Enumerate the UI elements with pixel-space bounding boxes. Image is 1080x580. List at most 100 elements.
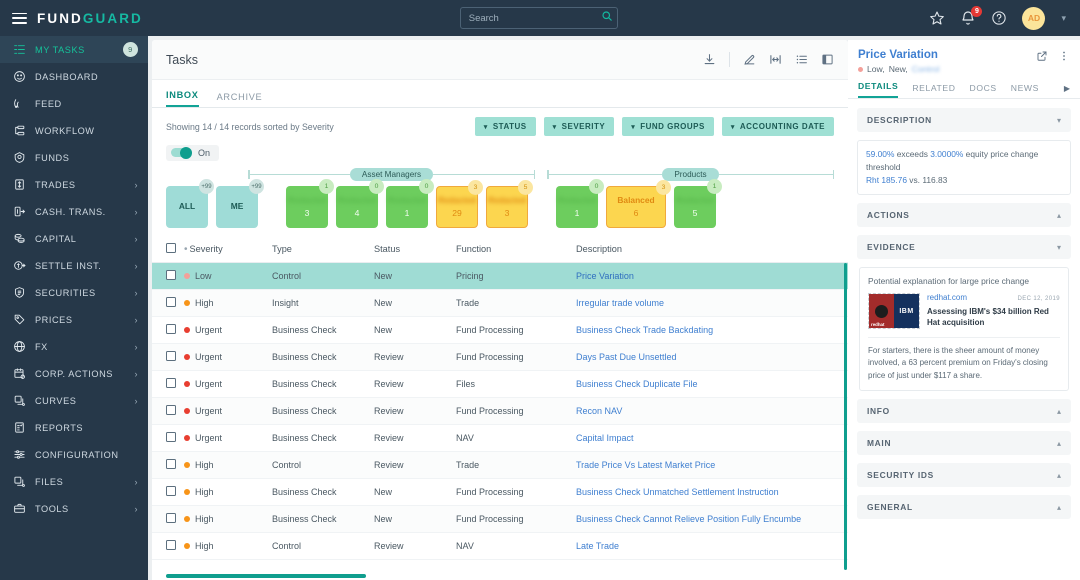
chevron-right-icon[interactable]: › [134,369,138,379]
search-box[interactable] [459,7,618,29]
description-link[interactable]: Business Check Trade Backdating [576,325,713,335]
row-checkbox[interactable] [166,351,176,361]
edit-task-icon[interactable] [743,53,756,66]
chevron-right-icon[interactable]: › [134,207,138,217]
notifications-bell-icon[interactable]: 9 [960,5,983,27]
filter-fund-groups[interactable]: ▾ FUND GROUPS [622,117,714,136]
table-row[interactable]: High Insight New Trade Irregular trade volum… [152,289,848,317]
sidebar-item-workflow[interactable]: WORKFLOW [0,117,148,144]
favorites-star-icon[interactable] [929,10,946,27]
product-chip-0[interactable]: 0 Redacted 1 [556,179,604,228]
details-tab-docs[interactable]: DOCS [970,83,997,98]
chevron-down-icon[interactable]: ▾ [1057,116,1061,125]
details-tabs-next-icon[interactable]: ▶ [1064,84,1070,98]
section-info-header[interactable]: INFO ▴ [857,399,1071,424]
description-link[interactable]: Trade Price Vs Latest Market Price [576,460,715,470]
search-icon[interactable] [601,9,613,27]
section-evidence-header[interactable]: EVIDENCE ▾ [857,235,1071,260]
card-view-icon[interactable] [821,53,834,66]
download-icon[interactable] [703,53,716,66]
product-chip-1[interactable]: 3 Balanced 6 [606,180,671,228]
avatar[interactable]: AD [1022,6,1046,30]
chevron-right-icon[interactable]: › [134,288,138,298]
sidebar-item-corp-actions[interactable]: CORP. ACTIONS › [0,360,148,387]
scope-chip-all[interactable]: +99 ALL [166,179,214,228]
row-checkbox[interactable] [166,270,176,280]
table-row[interactable]: High Business Check New Fund Processing Busi… [152,505,848,533]
search-input[interactable] [468,12,601,24]
col-status[interactable]: Status [374,237,456,263]
sidebar-item-configuration[interactable]: CONFIGURATION [0,441,148,468]
table-row[interactable]: High Control Review NAV Late Trade [152,532,848,560]
sidebar-item-curves[interactable]: CURVES › [0,387,148,414]
sidebar-item-reports[interactable]: REPORTS [0,414,148,441]
description-link[interactable]: Days Past Due Unsettled [576,352,677,362]
sidebar-item-tools[interactable]: TOOLS › [0,495,148,522]
filter-status[interactable]: ▾ STATUS [474,117,536,136]
filter-severity[interactable]: ▾ SEVERITY [543,117,615,136]
sidebar-item-fx[interactable]: FX › [0,333,148,360]
col-description[interactable]: Description [576,237,848,263]
row-checkbox[interactable] [166,513,176,523]
asset-manager-chip-4[interactable]: 5 Redacted 3 [486,180,533,228]
filter-accounting-date[interactable]: ▾ ACCOUNTING DATE [721,117,834,136]
row-checkbox[interactable] [166,432,176,442]
description-link[interactable]: Business Check Duplicate File [576,379,698,389]
section-general-header[interactable]: GENERAL ▴ [857,495,1071,520]
hamburger-menu-icon[interactable] [12,12,27,24]
tab-inbox[interactable]: INBOX [166,90,199,107]
list-view-icon[interactable] [795,53,808,66]
chevron-up-icon[interactable]: ▴ [1057,211,1061,220]
description-link[interactable]: Business Check Unmatched Settlement Inst… [576,487,779,497]
chevron-up-icon[interactable]: ▴ [1057,503,1061,512]
grouping-toggle[interactable]: On [166,144,220,161]
sidebar-item-files[interactable]: FILES › [0,468,148,495]
row-checkbox[interactable] [166,540,176,550]
evidence-article[interactable]: redhat IBM redhat.com DEC 12, 2019 Asses… [868,293,1060,330]
asset-manager-chip-0[interactable]: 1 Redacted 3 [286,179,334,228]
col-type[interactable]: Type [272,237,374,263]
chevron-right-icon[interactable]: › [134,342,138,352]
tab-archive[interactable]: ARCHIVE [217,92,263,107]
chevron-right-icon[interactable]: › [134,315,138,325]
product-chip-2[interactable]: 1 Redacted 5 [674,179,722,228]
asset-manager-chip-2[interactable]: 0 Redacted 1 [386,179,434,228]
row-checkbox[interactable] [166,378,176,388]
row-checkbox[interactable] [166,405,176,415]
asset-manager-chip-3[interactable]: 3 Redacted 29 [436,180,483,228]
more-options-icon[interactable] [1058,49,1070,67]
toggle-switch[interactable] [171,146,192,159]
evidence-source-link[interactable]: redhat.com [927,293,967,302]
chevron-right-icon[interactable]: › [134,234,138,244]
sidebar-item-dashboard[interactable]: DASHBOARD [0,63,148,90]
sidebar-item-feed[interactable]: FEED [0,90,148,117]
sidebar-item-securities[interactable]: SECURITIES › [0,279,148,306]
col-function[interactable]: Function [456,237,576,263]
chevron-up-icon[interactable]: ▴ [1057,407,1061,416]
description-link[interactable]: Recon NAV [576,406,622,416]
table-row[interactable]: Urgent Business Check Review Fund Processin… [152,397,848,425]
sidebar-item-funds[interactable]: FUNDS [0,144,148,171]
col-severity[interactable]: • Severity [184,237,272,263]
table-row[interactable]: Urgent Business Check Review NAV Capital Imp… [152,424,848,452]
sidebar-item-my-tasks[interactable]: MY TASKS 9 [0,36,148,63]
sidebar-item-trades[interactable]: TRADES › [0,171,148,198]
chevron-right-icon[interactable]: › [134,261,138,271]
sidebar-item-prices[interactable]: PRICES › [0,306,148,333]
asset-manager-chip-1[interactable]: 0 Redacted 4 [336,179,384,228]
chevron-down-icon[interactable]: ▾ [1057,243,1061,252]
details-tab-news[interactable]: NEWS [1011,83,1039,98]
sidebar-item-capital[interactable]: CAPITAL › [0,225,148,252]
section-main-header[interactable]: MAIN ▴ [857,431,1071,456]
row-checkbox[interactable] [166,486,176,496]
table-row[interactable]: Urgent Business Check Review Fund Processin… [152,343,848,371]
chevron-right-icon[interactable]: › [134,477,138,487]
scope-chip-me[interactable]: +99 ME [216,179,264,228]
description-link[interactable]: Late Trade [576,541,619,551]
section-security-ids-header[interactable]: SECURITY IDS ▴ [857,463,1071,488]
description-link[interactable]: Price Variation [576,271,634,281]
row-checkbox[interactable] [166,459,176,469]
sidebar-item-settle-inst[interactable]: SETTLE INST. › [0,252,148,279]
table-row[interactable]: High Business Check New Fund Processing Busi… [152,478,848,506]
description-link[interactable]: Business Check Cannot Relieve Position F… [576,514,801,524]
